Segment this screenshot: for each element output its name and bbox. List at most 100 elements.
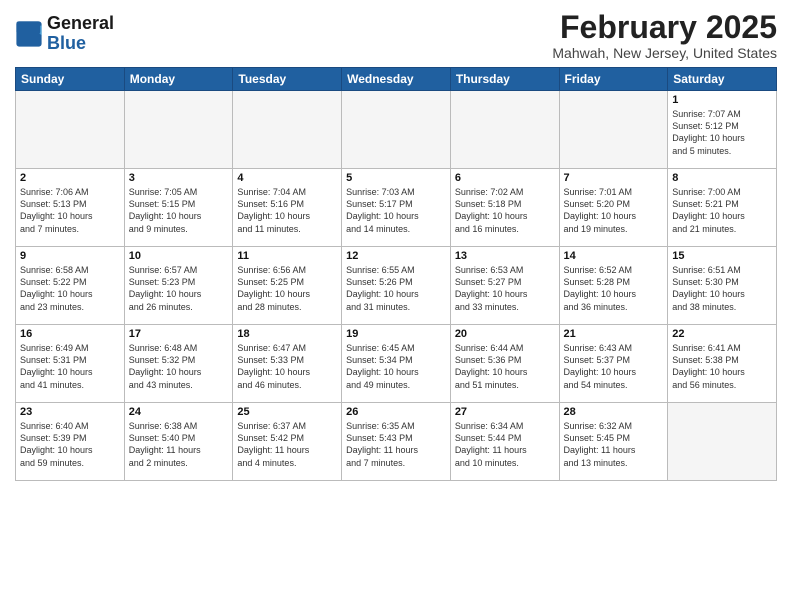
calendar-day: 21 Sunrise: 6:43 AM Sunset: 5:37 PM Dayli… — [559, 325, 668, 403]
calendar-day: 4Sunrise: 7:04 AM Sunset: 5:16 PM Daylig… — [233, 169, 342, 247]
day-number: 18 — [237, 328, 337, 340]
calendar-day: 22Sunrise: 6:41 AM Sunset: 5:38 PM Dayli… — [668, 325, 777, 403]
day-info: Sunrise: 6:55 AM Sunset: 5:26 PM Dayligh… — [346, 264, 446, 313]
day-info: Sunrise: 6:43 AM Sunset: 5:37 PM Dayligh… — [564, 342, 664, 391]
calendar-day — [233, 91, 342, 169]
day-number: 9 — [20, 250, 120, 262]
day-info: Sunrise: 7:05 AM Sunset: 5:15 PM Dayligh… — [129, 186, 229, 235]
logo: General Blue — [15, 14, 114, 54]
day-number: 25 — [237, 406, 337, 418]
day-info: Sunrise: 7:06 AM Sunset: 5:13 PM Dayligh… — [20, 186, 120, 235]
calendar-day: 26 Sunrise: 6:35 AM Sunset: 5:43 PM Dayli… — [342, 403, 451, 481]
calendar-day: 6 Sunrise: 7:02 AM Sunset: 5:18 PM Daylig… — [450, 169, 559, 247]
day-number: 6 — [455, 172, 555, 184]
day-number: 12 — [346, 250, 446, 262]
day-info: Sunrise: 7:02 AM Sunset: 5:18 PM Dayligh… — [455, 186, 555, 235]
calendar-day: 19 Sunrise: 6:45 AM Sunset: 5:34 PM Dayli… — [342, 325, 451, 403]
day-info: Sunrise: 6:35 AM Sunset: 5:43 PM Dayligh… — [346, 420, 446, 469]
day-number: 24 — [129, 406, 229, 418]
day-number: 13 — [455, 250, 555, 262]
calendar-day: 2 Sunrise: 7:06 AM Sunset: 5:13 PM Daylig… — [16, 169, 125, 247]
logo-icon — [15, 20, 43, 48]
calendar-day: 3 Sunrise: 7:05 AM Sunset: 5:15 PM Daylig… — [124, 169, 233, 247]
day-info: Sunrise: 6:58 AM Sunset: 5:22 PM Dayligh… — [20, 264, 120, 313]
day-number: 28 — [564, 406, 664, 418]
day-info: Sunrise: 6:49 AM Sunset: 5:31 PM Dayligh… — [20, 342, 120, 391]
title-block: February 2025 Mahwah, New Jersey, United… — [552, 10, 777, 61]
calendar-day: 15Sunrise: 6:51 AM Sunset: 5:30 PM Dayli… — [668, 247, 777, 325]
day-number: 11 — [237, 250, 337, 262]
logo-general: General — [47, 13, 114, 33]
calendar-subtitle: Mahwah, New Jersey, United States — [552, 45, 777, 61]
day-number: 17 — [129, 328, 229, 340]
day-info: Sunrise: 6:37 AM Sunset: 5:42 PM Dayligh… — [237, 420, 337, 469]
calendar-day — [559, 91, 668, 169]
day-info: Sunrise: 6:53 AM Sunset: 5:27 PM Dayligh… — [455, 264, 555, 313]
day-number: 16 — [20, 328, 120, 340]
day-number: 10 — [129, 250, 229, 262]
day-number: 14 — [564, 250, 664, 262]
calendar-title: February 2025 — [552, 10, 777, 45]
calendar-week-5: 23 Sunrise: 6:40 AM Sunset: 5:39 PM Dayli… — [16, 403, 777, 481]
day-number: 26 — [346, 406, 446, 418]
calendar-day: 1 Sunrise: 7:07 AM Sunset: 5:12 PM Daylig… — [668, 91, 777, 169]
calendar-week-4: 16 Sunrise: 6:49 AM Sunset: 5:31 PM Dayli… — [16, 325, 777, 403]
calendar-day: 11Sunrise: 6:56 AM Sunset: 5:25 PM Dayli… — [233, 247, 342, 325]
calendar-day: 18 Sunrise: 6:47 AM Sunset: 5:33 PM Dayli… — [233, 325, 342, 403]
calendar-week-2: 2 Sunrise: 7:06 AM Sunset: 5:13 PM Daylig… — [16, 169, 777, 247]
calendar-day: 12 Sunrise: 6:55 AM Sunset: 5:26 PM Dayli… — [342, 247, 451, 325]
calendar-day: 8 Sunrise: 7:00 AM Sunset: 5:21 PM Daylig… — [668, 169, 777, 247]
day-number: 21 — [564, 328, 664, 340]
day-info: Sunrise: 6:48 AM Sunset: 5:32 PM Dayligh… — [129, 342, 229, 391]
calendar-table: Sunday Monday Tuesday Wednesday Thursday… — [15, 67, 777, 481]
day-info: Sunrise: 7:00 AM Sunset: 5:21 PM Dayligh… — [672, 186, 772, 235]
header: General Blue February 2025 Mahwah, New J… — [15, 10, 777, 61]
calendar-day: 10 Sunrise: 6:57 AM Sunset: 5:23 PM Dayli… — [124, 247, 233, 325]
day-info: Sunrise: 6:40 AM Sunset: 5:39 PM Dayligh… — [20, 420, 120, 469]
day-number: 1 — [672, 94, 772, 106]
day-number: 7 — [564, 172, 664, 184]
col-friday: Friday — [559, 68, 668, 91]
calendar-day: 5Sunrise: 7:03 AM Sunset: 5:17 PM Daylig… — [342, 169, 451, 247]
page: General Blue February 2025 Mahwah, New J… — [0, 0, 792, 612]
day-info: Sunrise: 7:01 AM Sunset: 5:20 PM Dayligh… — [564, 186, 664, 235]
calendar-day: 24 Sunrise: 6:38 AM Sunset: 5:40 PM Dayli… — [124, 403, 233, 481]
day-number: 15 — [672, 250, 772, 262]
day-info: Sunrise: 6:32 AM Sunset: 5:45 PM Dayligh… — [564, 420, 664, 469]
calendar-day — [124, 91, 233, 169]
calendar-day: 23 Sunrise: 6:40 AM Sunset: 5:39 PM Dayli… — [16, 403, 125, 481]
calendar-day — [342, 91, 451, 169]
calendar-week-3: 9 Sunrise: 6:58 AM Sunset: 5:22 PM Daylig… — [16, 247, 777, 325]
day-info: Sunrise: 6:38 AM Sunset: 5:40 PM Dayligh… — [129, 420, 229, 469]
calendar-day: 9 Sunrise: 6:58 AM Sunset: 5:22 PM Daylig… — [16, 247, 125, 325]
calendar-day: 27Sunrise: 6:34 AM Sunset: 5:44 PM Dayli… — [450, 403, 559, 481]
day-number: 23 — [20, 406, 120, 418]
col-thursday: Thursday — [450, 68, 559, 91]
day-number: 20 — [455, 328, 555, 340]
logo-blue: Blue — [47, 33, 86, 53]
day-number: 8 — [672, 172, 772, 184]
day-info: Sunrise: 6:57 AM Sunset: 5:23 PM Dayligh… — [129, 264, 229, 313]
calendar-week-1: 1 Sunrise: 7:07 AM Sunset: 5:12 PM Daylig… — [16, 91, 777, 169]
day-number: 5 — [346, 172, 446, 184]
day-info: Sunrise: 6:45 AM Sunset: 5:34 PM Dayligh… — [346, 342, 446, 391]
day-number: 27 — [455, 406, 555, 418]
day-info: Sunrise: 6:41 AM Sunset: 5:38 PM Dayligh… — [672, 342, 772, 391]
day-info: Sunrise: 6:47 AM Sunset: 5:33 PM Dayligh… — [237, 342, 337, 391]
calendar-day — [450, 91, 559, 169]
col-monday: Monday — [124, 68, 233, 91]
calendar-day: 20 Sunrise: 6:44 AM Sunset: 5:36 PM Dayli… — [450, 325, 559, 403]
calendar-day: 13 Sunrise: 6:53 AM Sunset: 5:27 PM Dayli… — [450, 247, 559, 325]
day-info: Sunrise: 6:44 AM Sunset: 5:36 PM Dayligh… — [455, 342, 555, 391]
day-info: Sunrise: 7:07 AM Sunset: 5:12 PM Dayligh… — [672, 108, 772, 157]
calendar-day: 17 Sunrise: 6:48 AM Sunset: 5:32 PM Dayli… — [124, 325, 233, 403]
day-number: 2 — [20, 172, 120, 184]
day-info: Sunrise: 7:04 AM Sunset: 5:16 PM Dayligh… — [237, 186, 337, 235]
calendar-day — [668, 403, 777, 481]
calendar-day: 7 Sunrise: 7:01 AM Sunset: 5:20 PM Daylig… — [559, 169, 668, 247]
day-number: 19 — [346, 328, 446, 340]
col-wednesday: Wednesday — [342, 68, 451, 91]
day-number: 3 — [129, 172, 229, 184]
col-tuesday: Tuesday — [233, 68, 342, 91]
col-saturday: Saturday — [668, 68, 777, 91]
